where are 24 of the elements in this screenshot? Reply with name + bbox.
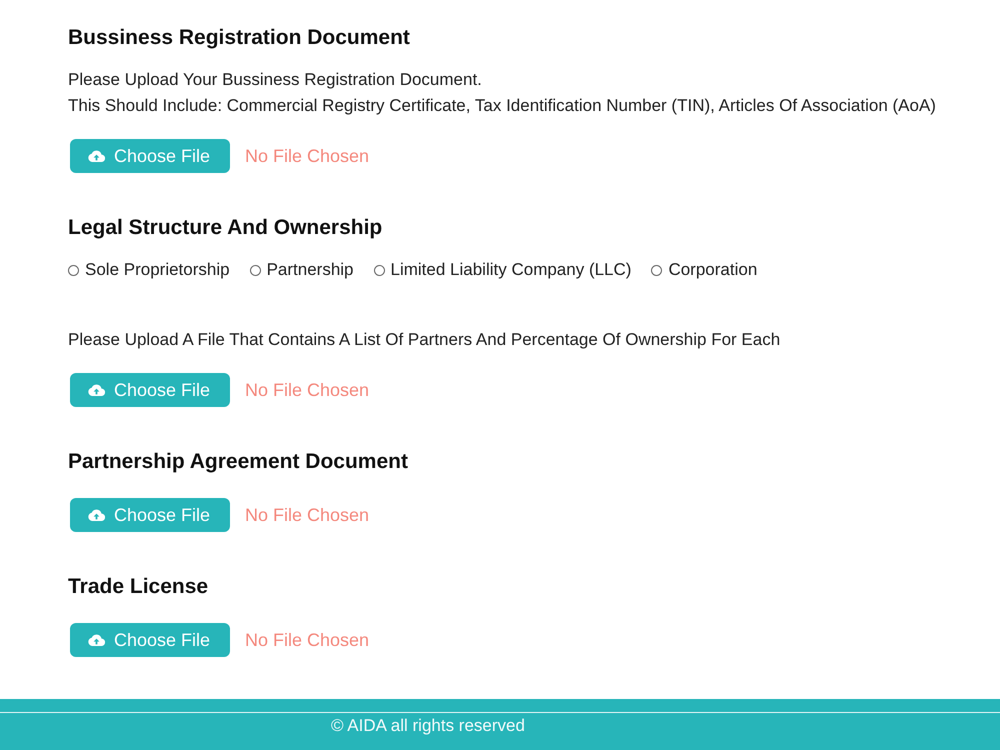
- cloud-upload-icon: [88, 634, 105, 646]
- instruction-text: Please Upload A File That Contains A List Of Partners And Percentage Of Ownership For Each: [68, 329, 782, 351]
- instruction-text: This Should Include: Commercial Registry Certificate, Tax Identification Number (TIN), Articles Of Association (AoA): [68, 95, 937, 117]
- radio-button[interactable]: [250, 264, 261, 276]
- radio-button[interactable]: [68, 264, 79, 276]
- radio-label[interactable]: Limited Liability Company (LLC): [390, 260, 632, 280]
- cloud-upload-icon: [88, 150, 105, 162]
- section-heading: Legal Structure And Ownership: [68, 216, 384, 240]
- file-status-text: No File Chosen: [245, 380, 370, 400]
- section-heading: Partnership Agreement Document: [68, 450, 409, 474]
- radio-button[interactable]: [374, 264, 385, 276]
- cloud-upload-icon: [88, 509, 105, 521]
- radio-label[interactable]: Partnership: [266, 260, 354, 280]
- radio-button[interactable]: [651, 264, 662, 276]
- cloud-upload-icon: [88, 384, 105, 396]
- file-status-text: No File Chosen: [245, 146, 370, 166]
- file-status-text: No File Chosen: [245, 630, 370, 650]
- file-status-text: No File Chosen: [245, 504, 370, 526]
- section-heading: Trade License: [68, 575, 210, 599]
- radio-label[interactable]: Corporation: [668, 260, 758, 280]
- radio-label[interactable]: Sole Proprietorship: [85, 260, 230, 280]
- instruction-text: Please Upload Your Bussiness Registration Document.: [68, 69, 483, 91]
- section-heading: Bussiness Registration Document: [68, 26, 411, 50]
- copyright-text: © AIDA all rights reserved: [331, 715, 525, 737]
